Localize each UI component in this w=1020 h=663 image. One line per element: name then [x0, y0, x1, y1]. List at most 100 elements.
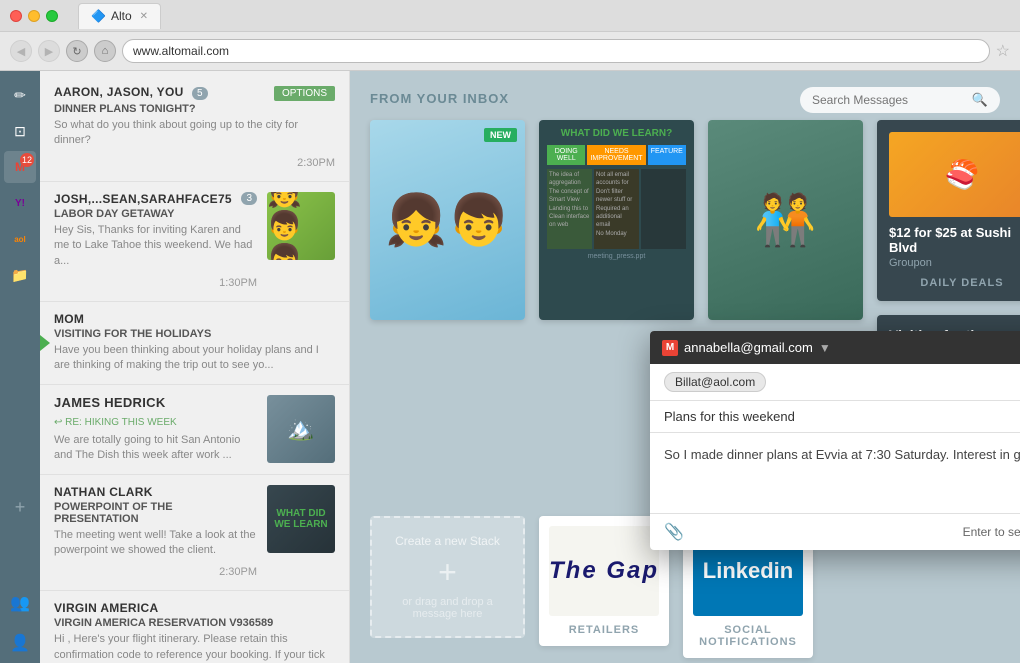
compose-message-field[interactable]: So I made dinner plans at Evvia at 7:30 … [650, 433, 1020, 513]
email-re-label: ↩ RE: HIKING THIS WEEK [54, 417, 177, 428]
email-header: James Hedrick [54, 395, 257, 410]
email-subject: LABOR DAY GETAWAY [54, 208, 257, 220]
email-from: Nathan Clark [54, 485, 153, 499]
email-preview: So what do you think about going up to t… [54, 118, 335, 149]
what-card[interactable]: WHAT DID WE LEARN? DOING WELL NEEDS IMPR… [539, 120, 694, 320]
sidebar-icon-inbox[interactable]: ⊡ [4, 115, 36, 147]
add-icon: + [15, 497, 26, 518]
tab-close-button[interactable]: ✕ [140, 11, 148, 22]
compose-dropdown-icon[interactable]: ▼ [819, 341, 831, 355]
what-rows: The idea of aggregationThe concept of Sm… [547, 169, 686, 249]
meeting-label: meeting_press.ppt [547, 253, 686, 260]
email-preview: Hi , Here's your flight itinerary. Pleas… [54, 632, 335, 663]
email-header: Josh,...Sean,SarahFace75 3 [54, 192, 257, 206]
folder-icon: 📁 [11, 267, 28, 284]
options-button[interactable]: OPTIONS [274, 86, 335, 101]
search-icon: 🔍 [972, 92, 988, 108]
sidebar-icon-yahoo[interactable]: Y! [4, 187, 36, 219]
home-button[interactable]: ⌂ [94, 40, 116, 62]
new-stack-card[interactable]: Create a new Stack + or drag and drop a … [370, 516, 525, 638]
photo-content-2: 🧑‍🤝‍🧑 [754, 191, 816, 250]
what-columns: DOING WELL NEEDS IMPROVEMENT FEATURE [547, 145, 686, 165]
sidebar-icon-folders[interactable]: 📁 [4, 259, 36, 291]
email-subject: POWERPOINT OF THE PRESENTATION [54, 501, 257, 525]
compose-modal: M annabella@gmail.com ▼ ⤢ ✕ Billat@aol.c… [650, 331, 1020, 550]
email-preview: Have you been thinking about your holida… [54, 343, 335, 374]
email-header: Mom [54, 312, 335, 326]
sidebar-icon-profile[interactable]: 👤 [4, 627, 36, 659]
gmail-badge: 12 [20, 153, 34, 167]
compose-body: Billat@aol.com Plans for this weekend So… [650, 364, 1020, 513]
forward-button[interactable]: ▶ [38, 40, 60, 62]
email-item[interactable]: Mom VISITING FOR THE HOLIDAYS Have you b… [40, 302, 349, 385]
compose-header: M annabella@gmail.com ▼ ⤢ ✕ [650, 331, 1020, 364]
sidebar-icon-aol[interactable]: aol [4, 223, 36, 255]
email-preview: The meeting went well! Take a look at th… [54, 528, 257, 559]
compose-subject-field[interactable]: Plans for this weekend [650, 401, 1020, 433]
sidebar-icon-gmail[interactable]: M 12 [4, 151, 36, 183]
email-item[interactable]: James Hedrick ↩ RE: HIKING THIS WEEK We … [40, 385, 349, 475]
attach-button[interactable]: 📎 [664, 522, 684, 542]
sidebar-icon-compose[interactable]: ✏ [4, 79, 36, 111]
email-list-panel: OPTIONS Aaron, Jason, You 5 DINNER PLANS… [40, 71, 350, 663]
unread-marker [40, 335, 50, 351]
traffic-lights [10, 10, 58, 22]
email-thumbnail: 👧👦👦 [267, 192, 335, 260]
email-item[interactable]: Josh,...Sean,SarahFace75 3 LABOR DAY GET… [40, 182, 349, 302]
email-preview: Hey Sis, Thanks for inviting Karen and m… [54, 223, 257, 269]
new-stack-plus-icon: + [388, 556, 507, 588]
inbox-photo-card-1[interactable]: 👧👦 NEW [370, 120, 525, 320]
email-item[interactable]: OPTIONS Aaron, Jason, You 5 DINNER PLANS… [40, 71, 349, 182]
email-subject: VIRGIN AMERICA RESERVATION V936589 [54, 617, 335, 629]
aol-icon: aol [14, 235, 26, 244]
email-from: Aaron, Jason, You [54, 85, 184, 99]
search-input[interactable] [812, 93, 972, 107]
app-container: ✏ ⊡ M 12 Y! aol 📁 + 👥 👤 [0, 71, 1020, 663]
gmail-compose-icon: M [662, 340, 678, 356]
email-count: 3 [241, 192, 257, 205]
bookmark-button[interactable]: ☆ [996, 41, 1010, 61]
maximize-button[interactable] [46, 10, 58, 22]
compose-icon: ✏ [14, 87, 26, 104]
reload-button[interactable]: ↻ [66, 40, 88, 62]
retailers-label: RETAILERS [549, 624, 659, 636]
photo-content: 👧👦 [385, 191, 510, 250]
email-time: 2:30PM [297, 157, 335, 169]
email-preview: We are totally going to hit San Antonio … [54, 433, 257, 464]
compose-account-label: annabella@gmail.com [684, 340, 813, 355]
browser-tab[interactable]: 🔷 Alto ✕ [78, 3, 161, 29]
deals-label: DAILY DEALS [889, 277, 1020, 289]
compose-footer: 📎 Enter to send ✓ [650, 513, 1020, 550]
daily-deal-card[interactable]: 🍣 $12 for $25 at Sushi Blvd Groupon DAIL… [877, 120, 1020, 301]
to-chip[interactable]: Billat@aol.com [664, 372, 766, 392]
browser-nav: ◀ ▶ ↻ ⌂ www.altomail.com ☆ [0, 32, 1020, 70]
url-bar[interactable]: www.altomail.com [122, 39, 990, 63]
new-badge: NEW [484, 128, 517, 142]
inbox-photo-card-2[interactable]: 🧑‍🤝‍🧑 [708, 120, 863, 320]
deal-title: $12 for $25 at Sushi Blvd [889, 225, 1020, 255]
email-time: 2:30PM [219, 566, 257, 578]
browser-titlebar: 🔷 Alto ✕ [0, 0, 1020, 32]
email-item[interactable]: Nathan Clark POWERPOINT OF THE PRESENTAT… [40, 475, 349, 592]
minimize-button[interactable] [28, 10, 40, 22]
inbox-icon: ⊡ [14, 123, 26, 140]
close-button[interactable] [10, 10, 22, 22]
email-item[interactable]: Virgin America VIRGIN AMERICA RESERVATIO… [40, 591, 349, 663]
email-from: Virgin America [54, 601, 158, 615]
sidebar-icon-people[interactable]: 👥 [4, 587, 36, 619]
gap-logo: The Gap [549, 557, 659, 585]
email-subject: DINNER PLANS TONIGHT? [54, 103, 335, 115]
linkedin-logo: Linkedin [703, 558, 793, 584]
email-from: Josh,...Sean,SarahFace75 [54, 192, 232, 206]
email-subject: VISITING FOR THE HOLIDAYS [54, 328, 335, 340]
browser-chrome: 🔷 Alto ✕ ◀ ▶ ↻ ⌂ www.altomail.com ☆ [0, 0, 1020, 71]
tab-title: Alto [111, 9, 132, 23]
sidebar-icon-add[interactable]: + [4, 491, 36, 523]
people-icon: 👥 [10, 593, 30, 613]
gap-image: The Gap [549, 526, 659, 616]
back-button[interactable]: ◀ [10, 40, 32, 62]
email-count: 5 [192, 87, 208, 100]
email-header: Nathan Clark [54, 485, 257, 499]
email-header: Virgin America [54, 601, 335, 615]
yahoo-icon: Y! [15, 198, 25, 209]
